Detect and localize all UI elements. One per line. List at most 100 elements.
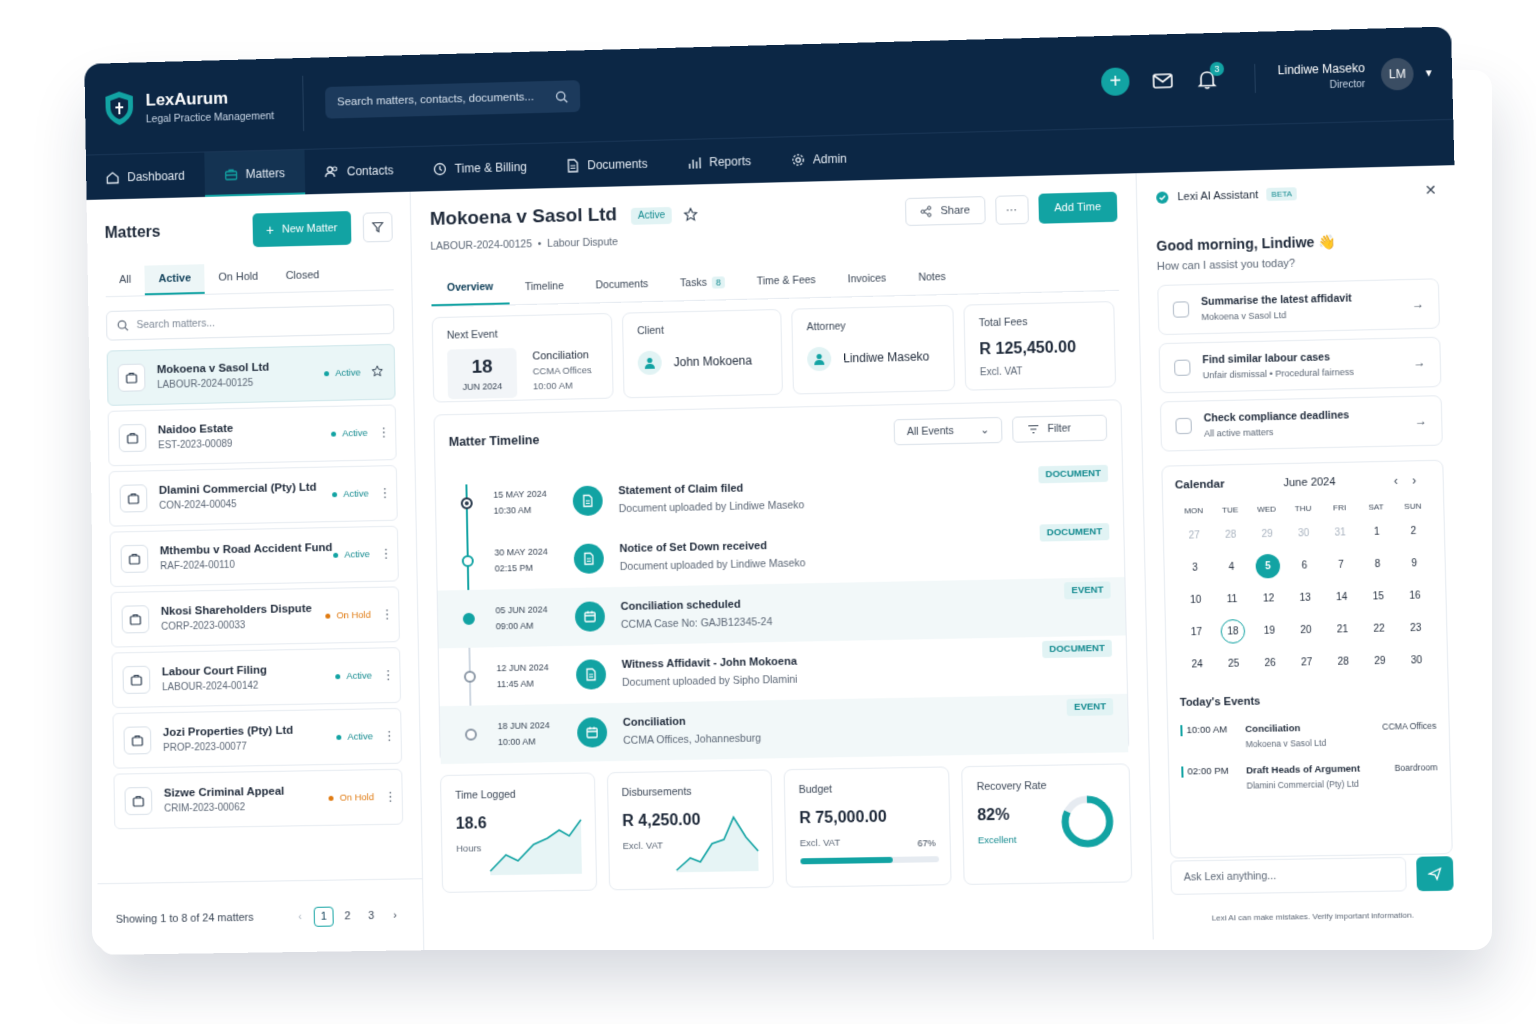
calendar-day[interactable]: 1 <box>1358 519 1395 544</box>
calendar-day[interactable]: 3 <box>1176 555 1213 580</box>
page-3[interactable]: 3 <box>361 905 381 925</box>
calendar-day[interactable]: 25 <box>1215 651 1252 676</box>
calendar-day[interactable]: 11 <box>1214 587 1251 612</box>
nav-time-billing[interactable]: Time & Billing <box>413 144 547 192</box>
prev-page-icon[interactable]: ‹ <box>290 906 310 926</box>
tab-all[interactable]: All <box>105 266 145 297</box>
calendar-day[interactable]: 15 <box>1360 584 1397 609</box>
chevron-down-icon[interactable]: ▼ <box>1424 68 1434 79</box>
chevron-right-icon[interactable]: › <box>1412 473 1431 488</box>
star-icon[interactable] <box>684 207 698 221</box>
nav-reports[interactable]: Reports <box>667 138 771 185</box>
tab-tasks[interactable]: Tasks 8 <box>664 265 741 301</box>
calendar-day[interactable]: 4 <box>1213 554 1250 579</box>
avatar[interactable]: LM <box>1380 57 1415 91</box>
quick-add-button[interactable]: + <box>1100 67 1130 97</box>
matter-list-item[interactable]: Mthembu v Road Accident Fund RAF-2024-001… <box>109 525 399 588</box>
suggestion-item[interactable]: Find similar labour cases Unfair dismissa… <box>1158 336 1442 394</box>
nav-admin[interactable]: Admin <box>771 135 868 182</box>
calendar-day[interactable]: 14 <box>1323 585 1360 610</box>
total-fees-card[interactable]: Total Fees R 125,450.00 Excl. VAT <box>963 301 1117 391</box>
next-event-card[interactable]: Next Event 18 JUN 2024 Conciliation CCMA… <box>431 312 614 403</box>
suggestion-item[interactable]: Summarise the latest affidavit Mokoena v … <box>1157 278 1441 336</box>
next-page-icon[interactable]: › <box>385 905 405 925</box>
matter-list-item[interactable]: Mokoena v Sasol Ltd LABOUR-2024-00125 Acti… <box>106 343 396 406</box>
calendar-day[interactable]: 28 <box>1212 522 1249 547</box>
suggestion-item[interactable]: Check compliance deadlines All active mat… <box>1159 395 1443 452</box>
more-options-button[interactable]: ⋯ <box>994 194 1029 225</box>
calendar-day[interactable]: 27 <box>1288 650 1325 675</box>
calendar-day[interactable]: 31 <box>1322 520 1359 545</box>
close-icon[interactable]: ✕ <box>1425 182 1437 199</box>
tab-overview[interactable]: Overview <box>430 270 510 307</box>
tab-documents[interactable]: Documents <box>579 267 664 303</box>
calendar-day[interactable]: 10 <box>1177 587 1214 612</box>
calendar-day[interactable]: 27 <box>1176 523 1213 548</box>
calendar-day[interactable]: 20 <box>1287 618 1324 643</box>
kebab-menu-icon[interactable]: ⋮ <box>379 546 392 562</box>
today-event[interactable]: 02:00 PM Draft Heads of Argument Dlamini C… <box>1181 762 1438 792</box>
calendar-day[interactable]: 29 <box>1361 649 1398 674</box>
calendar-day[interactable]: 12 <box>1250 586 1287 611</box>
disbursements-card[interactable]: Disbursements R 4,250.00 Excl. VAT <box>606 769 774 891</box>
tab-notes[interactable]: Notes <box>902 260 962 295</box>
matter-list-item[interactable]: Dlamini Commercial (Pty) Ltd CON-2024-000… <box>108 465 398 527</box>
calendar-day[interactable]: 24 <box>1179 652 1216 677</box>
kebab-menu-icon[interactable]: ⋮ <box>377 424 390 441</box>
calendar-day[interactable]: 30 <box>1285 521 1322 546</box>
chevron-left-icon[interactable]: ‹ <box>1394 473 1413 488</box>
add-time-button[interactable]: Add Time <box>1037 191 1118 224</box>
timeline-event[interactable]: 18 JUN 2024 10:00 AM Conciliation CCMA Offi… <box>439 693 1129 765</box>
global-search-input[interactable]: Search matters, contacts, documents... <box>325 80 581 119</box>
matter-list-item[interactable]: Naidoo Estate EST-2023-00089 Active ⋮ <box>107 404 397 467</box>
calendar-day[interactable]: 18 <box>1214 619 1251 644</box>
page-2[interactable]: 2 <box>337 906 357 926</box>
calendar-day[interactable]: 6 <box>1286 553 1323 578</box>
star-icon[interactable] <box>370 364 384 379</box>
tab-time-fees[interactable]: Time & Fees <box>740 263 832 299</box>
budget-card[interactable]: Budget R 75,000.00 Excl. VAT 67% <box>783 766 952 888</box>
tab-timeline[interactable]: Timeline <box>509 269 580 304</box>
notifications-button[interactable]: 3 <box>1196 61 1225 91</box>
matter-list-item[interactable]: Labour Court Filing LABOUR-2024-00142 Acti… <box>111 647 402 709</box>
calendar-day[interactable]: 30 <box>1398 648 1435 673</box>
filter-button[interactable] <box>362 211 393 243</box>
user-info[interactable]: Lindiwe Maseko Director <box>1254 60 1366 93</box>
timeline-filter-button[interactable]: Filter <box>1012 414 1108 443</box>
calendar-day[interactable]: 9 <box>1396 551 1433 576</box>
page-1[interactable]: 1 <box>313 906 334 927</box>
nav-contacts[interactable]: Contacts <box>304 147 414 194</box>
mail-icon[interactable] <box>1151 69 1174 92</box>
matter-list-item[interactable]: Nkosi Shareholders Dispute CORP-2023-0003… <box>110 586 400 648</box>
calendar-day[interactable]: 16 <box>1396 583 1433 608</box>
calendar-day[interactable]: 21 <box>1324 617 1361 642</box>
tab-on-hold[interactable]: On Hold <box>204 263 272 294</box>
share-button[interactable]: Share <box>905 196 986 227</box>
kebab-menu-icon[interactable]: ⋮ <box>384 789 397 805</box>
attorney-card[interactable]: Attorney Lindiwe Maseko <box>791 304 956 395</box>
nav-documents[interactable]: Documents <box>546 140 668 188</box>
calendar-day[interactable]: 29 <box>1249 521 1286 546</box>
send-button[interactable] <box>1416 856 1454 892</box>
matter-list-item[interactable]: Jozi Properties (Pty) Ltd PROP-2023-00077… <box>112 707 403 769</box>
calendar-day[interactable]: 26 <box>1252 651 1289 676</box>
today-event[interactable]: 10:00 AM Conciliation Mokoena v Sasol Ltd C… <box>1180 721 1437 751</box>
nav-matters[interactable]: Matters <box>204 149 305 197</box>
tab-active[interactable]: Active <box>144 264 205 296</box>
matter-list-item[interactable]: Sizwe Criminal Appeal CRIM-2023-00062 On H… <box>113 768 404 830</box>
kebab-menu-icon[interactable]: ⋮ <box>378 485 391 501</box>
tab-closed[interactable]: Closed <box>272 261 334 292</box>
ask-lexi-input[interactable]: Ask Lexi anything... <box>1170 856 1407 895</box>
calendar-day[interactable]: 23 <box>1397 615 1434 640</box>
tab-invoices[interactable]: Invoices <box>831 261 902 297</box>
client-card[interactable]: Client John Mokoena <box>621 308 783 399</box>
calendar-day[interactable]: 17 <box>1178 620 1215 645</box>
kebab-menu-icon[interactable]: ⋮ <box>381 606 394 622</box>
calendar-day[interactable]: 22 <box>1360 616 1397 641</box>
recovery-rate-card[interactable]: Recovery Rate 82% Excellent <box>961 763 1133 885</box>
new-matter-button[interactable]: + New Matter <box>252 211 352 248</box>
calendar-day[interactable]: 5 <box>1249 553 1286 579</box>
time-logged-card[interactable]: Time Logged 18.6 Hours <box>439 772 597 893</box>
event-type-select[interactable]: All Events ⌄ <box>893 416 1003 446</box>
nav-dashboard[interactable]: Dashboard <box>86 152 205 199</box>
